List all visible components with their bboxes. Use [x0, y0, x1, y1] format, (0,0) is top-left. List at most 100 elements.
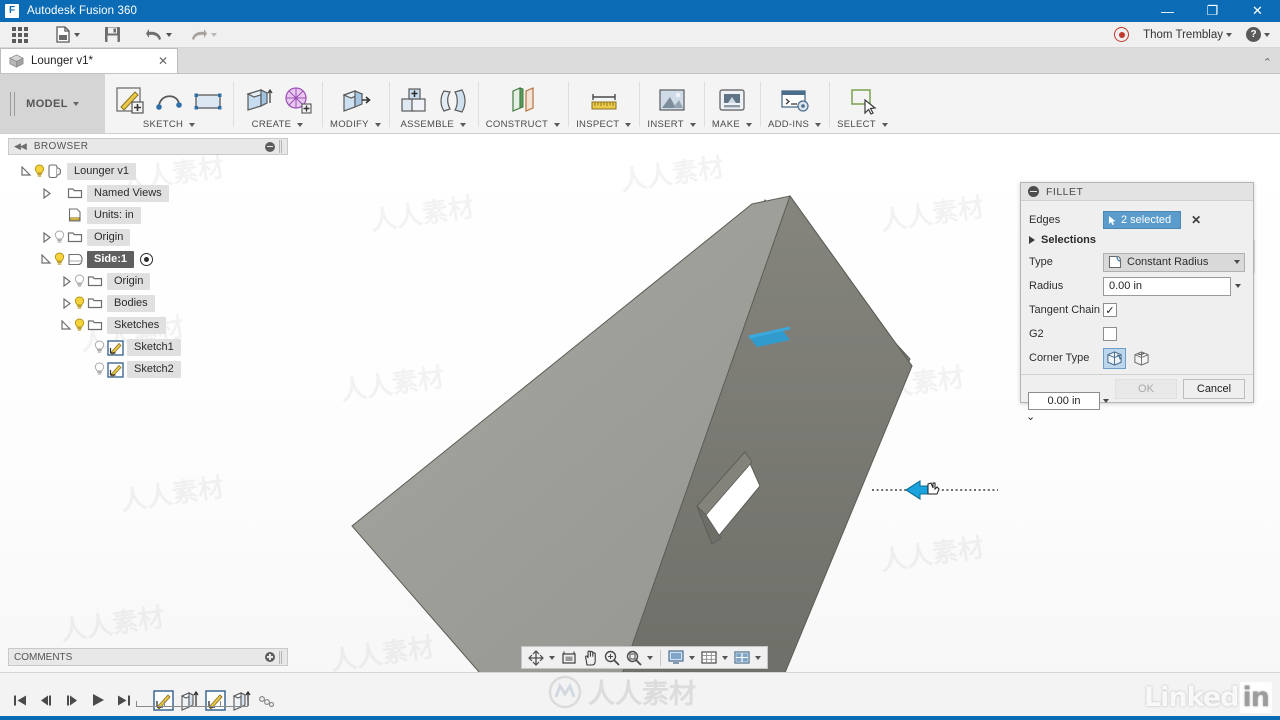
visibility-bulb-icon[interactable] [73, 296, 87, 311]
ribbon-group-label[interactable]: MAKE [712, 119, 752, 130]
edges-selection-chip[interactable]: 2 selected [1103, 211, 1182, 229]
fillet-drag-handle[interactable] [868, 470, 1008, 510]
collapse-node-icon[interactable] [40, 254, 53, 264]
display-settings[interactable] [665, 647, 698, 668]
rolling-ball-icon[interactable] [1103, 347, 1126, 369]
tree-node[interactable]: Named Views [8, 182, 288, 204]
scripts-addins-button[interactable] [778, 83, 812, 117]
tree-node[interactable]: Origin [8, 226, 288, 248]
ribbon-group-label[interactable]: INSPECT [576, 119, 632, 130]
expand-chevron-icon[interactable]: ⌄ [1026, 410, 1035, 423]
collapse-left-icon[interactable]: ◀◀ [14, 141, 27, 152]
expand-node-icon[interactable] [40, 231, 53, 243]
visibility-bulb-icon[interactable] [53, 252, 67, 267]
rectangle-button[interactable] [191, 83, 225, 117]
expand-node-icon[interactable] [40, 187, 53, 199]
measure-button[interactable] [587, 83, 621, 117]
chevron-up-icon[interactable]: ⌃ [1263, 56, 1272, 69]
expand-node-icon[interactable] [60, 275, 73, 287]
timeline-sketch1[interactable] [150, 687, 176, 713]
chevron-down-icon[interactable] [1103, 399, 1109, 403]
tree-node[interactable]: Origin [8, 270, 288, 292]
ribbon-group-label[interactable]: MODIFY [330, 119, 381, 130]
ribbon-group-label[interactable]: SELECT [837, 119, 888, 130]
undo-button[interactable] [139, 22, 178, 48]
timeline-fillet[interactable] [254, 687, 280, 713]
visibility-bulb-icon[interactable] [53, 230, 67, 245]
timeline-sketch2[interactable] [202, 687, 228, 713]
cancel-button[interactable]: Cancel [1183, 378, 1245, 399]
collapse-node-icon[interactable] [60, 320, 73, 330]
ribbon-group-label[interactable]: INSERT [647, 119, 696, 130]
go-to-start-button[interactable] [8, 687, 32, 713]
grid-snaps[interactable] [698, 647, 731, 668]
maximize-button[interactable]: ❐ [1190, 0, 1235, 22]
ok-button[interactable]: OK [1115, 378, 1177, 399]
visibility-bulb-icon[interactable] [33, 164, 47, 179]
minimize-button[interactable]: — [1145, 0, 1190, 22]
collapse-node-icon[interactable] [20, 166, 33, 176]
radius-input[interactable]: 0.00 in [1103, 276, 1231, 296]
visibility-bulb-icon[interactable] [93, 340, 107, 355]
tree-node[interactable]: Sketches [8, 314, 288, 336]
browser-header[interactable]: ◀◀ BROWSER [8, 138, 288, 155]
tree-node[interactable]: Units: in [8, 204, 288, 226]
step-forward-button[interactable] [60, 687, 84, 713]
new-component-button[interactable] [397, 83, 431, 117]
close-icon[interactable]: ✕ [155, 54, 171, 68]
minimize-icon[interactable] [1028, 186, 1039, 197]
save-button[interactable] [98, 22, 127, 48]
clear-selection-icon[interactable]: ✕ [1191, 213, 1201, 227]
setback-icon[interactable] [1130, 348, 1153, 369]
press-pull-button[interactable] [338, 83, 372, 117]
visibility-bulb-icon[interactable] [73, 274, 87, 289]
panel-grip[interactable] [279, 650, 282, 664]
tree-node[interactable]: Sketch1 [8, 336, 288, 358]
pan-tool[interactable] [580, 647, 601, 668]
visibility-bulb-icon[interactable] [73, 318, 87, 333]
zoom-tool[interactable] [601, 647, 623, 668]
spline-button[interactable] [152, 83, 186, 117]
select-button[interactable] [846, 83, 880, 117]
play-button[interactable] [86, 687, 110, 713]
tangent-chain-checkbox[interactable]: ✓ [1103, 303, 1117, 317]
timeline-track[interactable] [136, 701, 248, 707]
expand-node-icon[interactable] [60, 297, 73, 309]
viewports[interactable] [731, 647, 764, 668]
help-menu[interactable]: ? [1240, 22, 1276, 48]
3d-print-button[interactable] [715, 83, 749, 117]
activate-component-radio[interactable] [140, 252, 154, 266]
offset-plane-button[interactable] [506, 83, 540, 117]
add-comment-icon[interactable] [265, 652, 275, 662]
ribbon-group-label[interactable]: CREATE [252, 119, 304, 130]
selections-row[interactable]: Selections [1021, 232, 1253, 250]
ribbon-group-label[interactable]: CONSTRUCT [486, 119, 561, 130]
go-to-end-button[interactable] [112, 687, 136, 713]
orbit-tool[interactable] [525, 647, 558, 668]
document-tab[interactable]: Lounger v1* ✕ [0, 48, 178, 73]
close-button[interactable]: ✕ [1235, 0, 1280, 22]
ribbon-group-label[interactable]: ASSEMBLE [400, 119, 467, 130]
tree-node[interactable]: Lounger v1 [8, 160, 288, 182]
radius-dropdown[interactable] [1231, 284, 1245, 288]
app-grid-button[interactable] [6, 22, 34, 48]
workspace-switcher[interactable]: MODEL [0, 74, 105, 133]
joint-button[interactable] [436, 83, 470, 117]
create-mesh-button[interactable] [280, 83, 314, 117]
type-dropdown[interactable]: Constant Radius [1103, 252, 1245, 272]
ribbon-group-label[interactable]: SKETCH [143, 119, 196, 130]
insert-image-button[interactable] [655, 83, 689, 117]
tree-node[interactable]: Bodies [8, 292, 288, 314]
fit-tool[interactable] [623, 647, 656, 668]
dimension-input[interactable]: 0.00 in [1028, 392, 1100, 410]
tree-node[interactable]: Sketch2 [8, 358, 288, 380]
look-at-tool[interactable] [558, 647, 580, 668]
extrude-button[interactable] [241, 83, 275, 117]
tree-node[interactable]: Side:1 [8, 248, 288, 270]
step-back-button[interactable] [34, 687, 58, 713]
visibility-bulb-icon[interactable] [93, 362, 107, 377]
g2-checkbox[interactable] [1103, 327, 1117, 341]
comments-panel[interactable]: COMMENTS [8, 648, 288, 666]
new-document-button[interactable] [50, 22, 86, 48]
screen-record-button[interactable] [1108, 22, 1135, 48]
